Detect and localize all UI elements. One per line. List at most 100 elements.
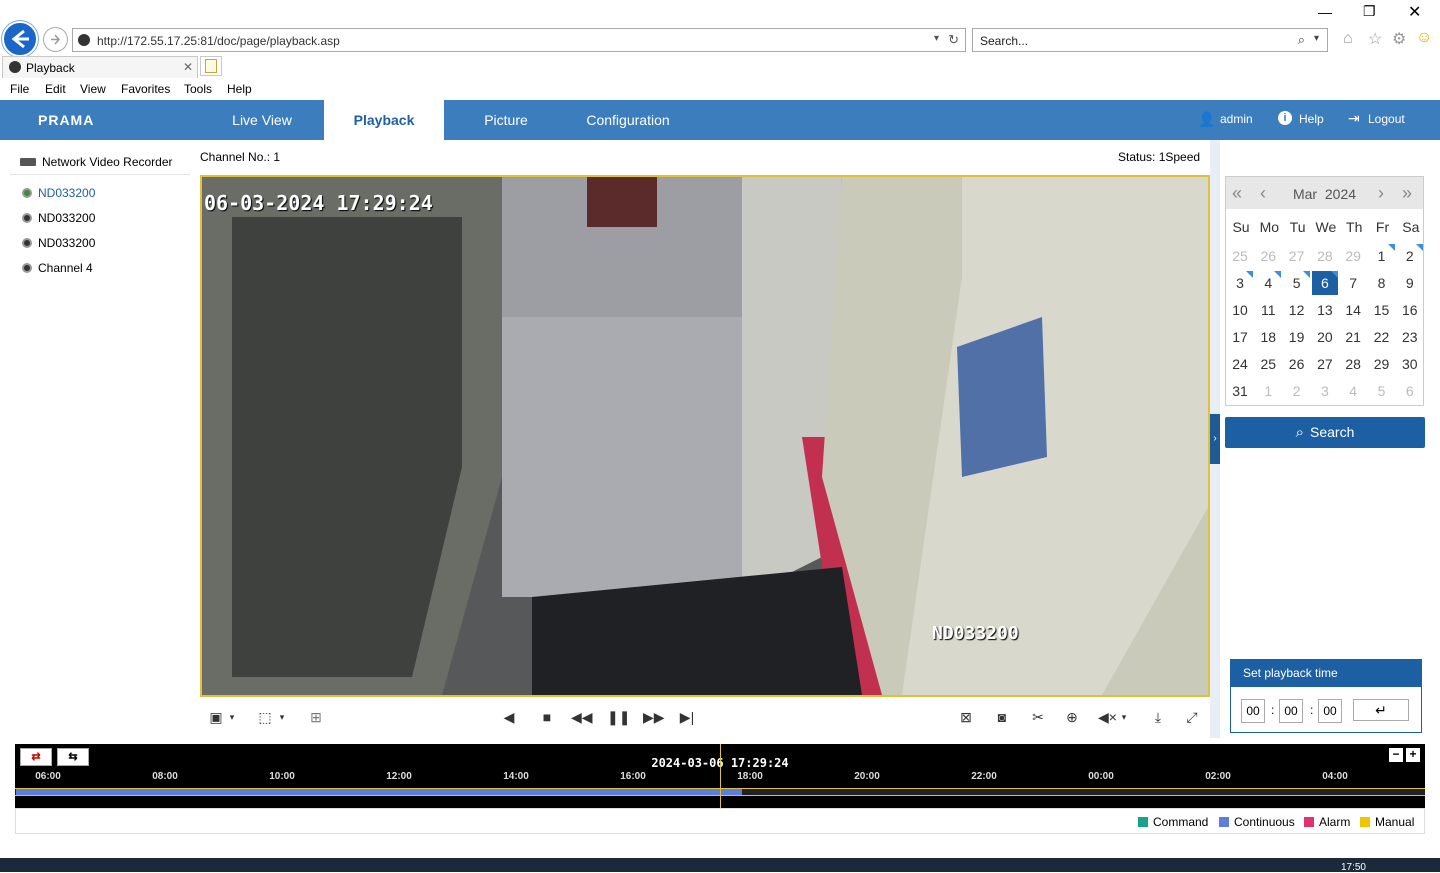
timeline-tick-label: 20:00	[854, 771, 880, 782]
calendar-day[interactable]: 27	[1312, 352, 1338, 376]
calendar-day[interactable]: 5	[1284, 271, 1310, 295]
fisheye-icon[interactable]: ⊞	[307, 708, 325, 726]
browser-tab-playback[interactable]: Playback ✕	[2, 56, 198, 78]
username[interactable]: admin	[1220, 112, 1253, 126]
menu-favorites[interactable]: Favorites	[121, 82, 170, 96]
logout-link[interactable]: Logout	[1368, 112, 1405, 126]
dropdown-icon[interactable]: ▾	[1118, 708, 1130, 726]
video-player[interactable]: 06-03-2024 17:29:24 ND033200	[200, 175, 1210, 697]
menu-tools[interactable]: Tools	[184, 82, 212, 96]
calendar-day[interactable]: 8	[1369, 271, 1395, 295]
dropdown-icon[interactable]: ▾	[1314, 33, 1319, 44]
channel-item-2[interactable]: ND033200	[22, 211, 95, 225]
menu-view[interactable]: View	[80, 82, 106, 96]
calendar-day[interactable]: 2	[1397, 244, 1423, 268]
dropdown-icon[interactable]: ▾	[934, 33, 939, 44]
new-tab-button[interactable]	[200, 56, 222, 76]
camera-capture-icon[interactable]: ◙	[993, 708, 1011, 726]
gear-icon[interactable]: ⚙	[1392, 29, 1406, 49]
calendar-day[interactable]: 21	[1340, 325, 1366, 349]
dropdown-icon[interactable]: ▾	[276, 708, 288, 726]
calendar-day[interactable]: 10	[1227, 298, 1253, 322]
menu-file[interactable]: File	[10, 82, 29, 96]
calendar-day[interactable]: 31	[1227, 379, 1253, 403]
collapse-panel-button[interactable]: ›	[1210, 414, 1220, 464]
channel-item-3[interactable]: ND033200	[22, 236, 95, 250]
help-link[interactable]: Help	[1299, 112, 1324, 126]
next-year-icon[interactable]: »	[1402, 183, 1412, 204]
calendar-day[interactable]: 25	[1255, 352, 1281, 376]
tree-root[interactable]: Network Video Recorder	[20, 155, 173, 169]
zoom-in-icon[interactable]: ⊕	[1063, 708, 1081, 726]
fullscreen-icon[interactable]: ⤢	[1183, 708, 1201, 726]
address-bar[interactable]: http://172.55.17.25:81/doc/page/playback…	[72, 28, 966, 52]
calendar-day[interactable]: 3	[1227, 271, 1253, 295]
calendar-day[interactable]: 26	[1284, 352, 1310, 376]
calendar-day[interactable]: 23	[1397, 325, 1423, 349]
calendar-day[interactable]: 13	[1312, 298, 1338, 322]
home-icon[interactable]: ⌂	[1343, 30, 1353, 48]
calendar-day[interactable]: 4	[1255, 271, 1282, 295]
clip-scissors-icon[interactable]: ✂	[1029, 708, 1047, 726]
timeline[interactable]: ⇄ ⇆ 2024-03-06 17:29:24 06:00 08:00 10:00 1…	[15, 744, 1425, 808]
restore-icon[interactable]: ❐	[1363, 3, 1376, 20]
stop-icon[interactable]: ■	[538, 708, 556, 726]
single-frame-icon[interactable]: ▶|	[678, 708, 696, 726]
calendar-day[interactable]: 28	[1340, 352, 1366, 376]
menu-help[interactable]: Help	[227, 82, 252, 96]
menu-edit[interactable]: Edit	[45, 82, 66, 96]
zoom-in-button[interactable]: +	[1406, 748, 1420, 762]
calendar-day[interactable]: 20	[1312, 325, 1338, 349]
stop-all-icon[interactable]: ⊠	[957, 708, 975, 726]
calendar-day[interactable]: 11	[1255, 298, 1281, 322]
slow-forward-icon[interactable]: ◀◀	[571, 708, 593, 726]
browser-search-box[interactable]: Search... ⌕ ▾	[972, 28, 1328, 52]
calendar-day[interactable]: 18	[1255, 325, 1281, 349]
calendar-day[interactable]: 1	[1369, 244, 1395, 268]
search-button[interactable]: ⌕ Search	[1225, 417, 1425, 448]
calendar-day[interactable]: 16	[1397, 298, 1423, 322]
minimize-icon[interactable]: —	[1318, 4, 1332, 20]
calendar-day[interactable]: 14	[1340, 298, 1366, 322]
smiley-icon[interactable]: ☺	[1416, 29, 1432, 47]
hour-input[interactable]: 00	[1241, 699, 1265, 723]
fast-forward-icon[interactable]: ▶▶	[643, 708, 665, 726]
calendar-day[interactable]: 30	[1397, 352, 1423, 376]
timeline-cursor[interactable]	[720, 744, 721, 808]
search-icon[interactable]: ⌕	[1298, 32, 1305, 48]
refresh-icon[interactable]: ↻	[948, 32, 959, 48]
zoom-out-button[interactable]: −	[1389, 748, 1403, 762]
calendar-day[interactable]: 9	[1397, 271, 1423, 295]
favorites-star-icon[interactable]: ☆	[1368, 29, 1382, 49]
tab-configuration[interactable]: Configuration	[568, 100, 688, 140]
calendar-day[interactable]: 7	[1340, 271, 1366, 295]
close-tab-icon[interactable]: ✕	[183, 60, 193, 74]
download-icon[interactable]: ⤓	[1149, 708, 1167, 726]
minute-input[interactable]: 00	[1279, 699, 1303, 723]
second-input[interactable]: 00	[1318, 699, 1342, 723]
calendar-day[interactable]: 19	[1284, 325, 1310, 349]
audio-mute-icon[interactable]: ◀×	[1098, 708, 1117, 726]
window-layout-icon[interactable]: ▣	[207, 708, 225, 726]
aspect-ratio-icon[interactable]: ⬚	[256, 708, 274, 726]
calendar-day[interactable]: 6	[1311, 271, 1338, 295]
calendar-day[interactable]: 22	[1369, 325, 1395, 349]
pause-icon[interactable]: ❚❚	[607, 708, 630, 726]
channel-item-1[interactable]: ND033200	[22, 186, 95, 200]
tab-live-view[interactable]: Live View	[200, 100, 324, 140]
calendar-day[interactable]: 17	[1227, 325, 1253, 349]
next-month-icon[interactable]: ›	[1378, 183, 1384, 204]
dropdown-icon[interactable]: ▾	[226, 708, 238, 726]
calendar-day[interactable]: 24	[1227, 352, 1253, 376]
close-window-icon[interactable]: ✕	[1408, 2, 1421, 22]
back-button[interactable]	[2, 21, 38, 57]
tab-picture[interactable]: Picture	[444, 100, 568, 140]
calendar-day[interactable]: 29	[1369, 352, 1395, 376]
reverse-play-icon[interactable]: ◀	[500, 708, 518, 726]
calendar-day[interactable]: 15	[1369, 298, 1395, 322]
go-time-button[interactable]: ↵	[1353, 699, 1409, 721]
channel-item-4[interactable]: Channel 4	[22, 261, 93, 275]
calendar-day[interactable]: 12	[1284, 298, 1310, 322]
forward-button[interactable]	[43, 27, 68, 52]
tab-playback[interactable]: Playback	[324, 100, 444, 140]
